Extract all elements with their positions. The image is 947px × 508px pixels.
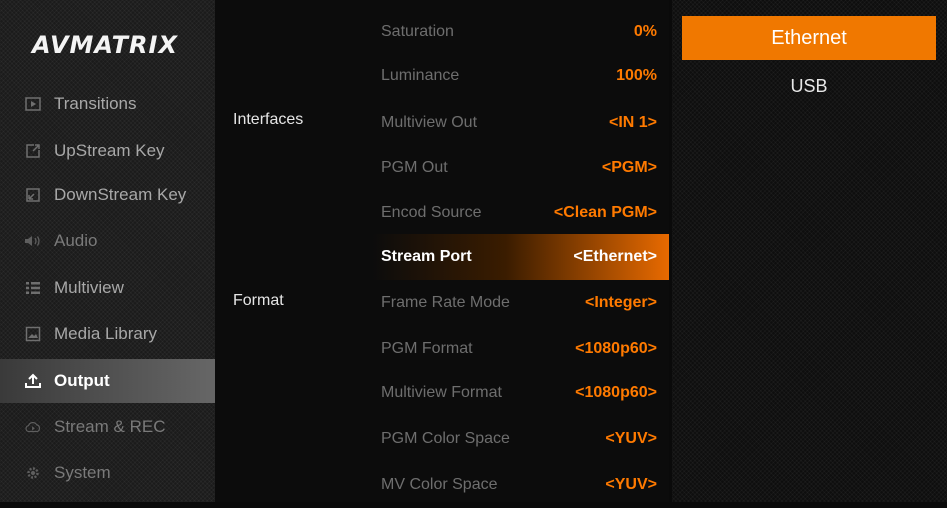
sidebar-item-label: System <box>54 463 111 482</box>
setting-value: <YUV> <box>605 430 657 447</box>
setting-row-encod-source[interactable]: Encod Source <Clean PGM> <box>372 190 669 236</box>
sidebar-item-label: Stream & REC <box>54 417 166 436</box>
setting-label: Multiview Out <box>381 114 478 131</box>
sidebar-item-downstream-key[interactable]: DownStream Key <box>0 173 215 217</box>
setting-value: <PGM> <box>601 159 657 176</box>
sidebar-item-label: Multiview <box>54 278 124 297</box>
option-ethernet[interactable]: Ethernet <box>682 16 936 60</box>
sidebar-item-output[interactable]: Output <box>0 359 232 403</box>
sidebar-item-transitions[interactable]: Transitions <box>0 82 215 126</box>
output-icon <box>24 372 42 390</box>
setting-label: PGM Color Space <box>381 430 510 447</box>
setting-value: 100% <box>616 67 657 84</box>
sidebar: AVMATRIX Transitions UpStream Key DownSt… <box>0 0 232 502</box>
multiview-icon <box>24 279 42 297</box>
setting-row-multiview-format[interactable]: Multiview Format <1080p60> <box>372 370 669 416</box>
stream-rec-icon <box>24 418 42 436</box>
sidebar-item-label: Transitions <box>54 94 137 113</box>
setting-row-frame-rate-mode[interactable]: Frame Rate Mode <Integer> <box>372 280 669 326</box>
setting-value: <IN 1> <box>608 114 657 131</box>
setting-label: PGM Format <box>381 340 473 357</box>
transitions-icon <box>24 95 42 113</box>
setting-row-mv-color-space[interactable]: MV Color Space <YUV> <box>372 462 669 508</box>
sidebar-item-stream-rec[interactable]: Stream & REC <box>0 405 215 449</box>
setting-value: <Clean PGM> <box>553 204 657 221</box>
setting-label: Encod Source <box>381 204 482 221</box>
setting-row-pgm-color-space[interactable]: PGM Color Space <YUV> <box>372 416 669 462</box>
category-interfaces: Interfaces <box>233 111 304 128</box>
settings-list: Saturation 0% Luminance 100% Multiview O… <box>372 0 669 502</box>
setting-label: PGM Out <box>381 159 448 176</box>
setting-row-pgm-out[interactable]: PGM Out <PGM> <box>372 145 669 191</box>
upstream-key-icon <box>24 142 42 160</box>
sidebar-item-audio[interactable]: Audio <box>0 219 215 263</box>
sidebar-item-label: Output <box>54 371 110 390</box>
options-panel: Ethernet USB <box>672 0 947 502</box>
media-library-icon <box>24 325 42 343</box>
sidebar-item-label: Audio <box>54 231 98 250</box>
sidebar-item-label: Media Library <box>54 324 157 343</box>
option-usb[interactable]: USB <box>682 64 936 108</box>
sidebar-item-system[interactable]: System <box>0 451 215 495</box>
gear-icon <box>24 464 42 482</box>
setting-label: Saturation <box>381 23 454 40</box>
setting-label: MV Color Space <box>381 476 498 493</box>
setting-label: Luminance <box>381 67 460 84</box>
sidebar-item-media-library[interactable]: Media Library <box>0 312 215 356</box>
setting-value: 0% <box>633 23 657 40</box>
category-column: Interfaces Format <box>215 0 372 502</box>
setting-value: <1080p60> <box>575 340 657 357</box>
sidebar-item-multiview[interactable]: Multiview <box>0 266 215 310</box>
setting-value: <Integer> <box>584 294 657 311</box>
setting-value: <Ethernet> <box>573 248 657 265</box>
setting-value: <1080p60> <box>575 384 657 401</box>
setting-row-luminance[interactable]: Luminance 100% <box>372 53 669 99</box>
sidebar-item-label: UpStream Key <box>54 141 165 160</box>
category-format: Format <box>233 292 284 309</box>
downstream-key-icon <box>24 186 42 204</box>
sidebar-item-upstream-key[interactable]: UpStream Key <box>0 129 215 173</box>
sidebar-item-label: DownStream Key <box>54 185 187 204</box>
setting-label: Multiview Format <box>381 384 502 401</box>
setting-label: Stream Port <box>381 248 472 265</box>
setting-row-saturation[interactable]: Saturation 0% <box>372 9 669 55</box>
audio-icon <box>24 232 42 250</box>
setting-label: Frame Rate Mode <box>381 294 510 311</box>
avmatrix-logo: AVMATRIX <box>32 31 178 59</box>
setting-row-pgm-format[interactable]: PGM Format <1080p60> <box>372 326 669 372</box>
setting-value: <YUV> <box>605 476 657 493</box>
setting-row-stream-port[interactable]: Stream Port <Ethernet> <box>372 234 669 280</box>
setting-row-multiview-out[interactable]: Multiview Out <IN 1> <box>372 100 669 146</box>
